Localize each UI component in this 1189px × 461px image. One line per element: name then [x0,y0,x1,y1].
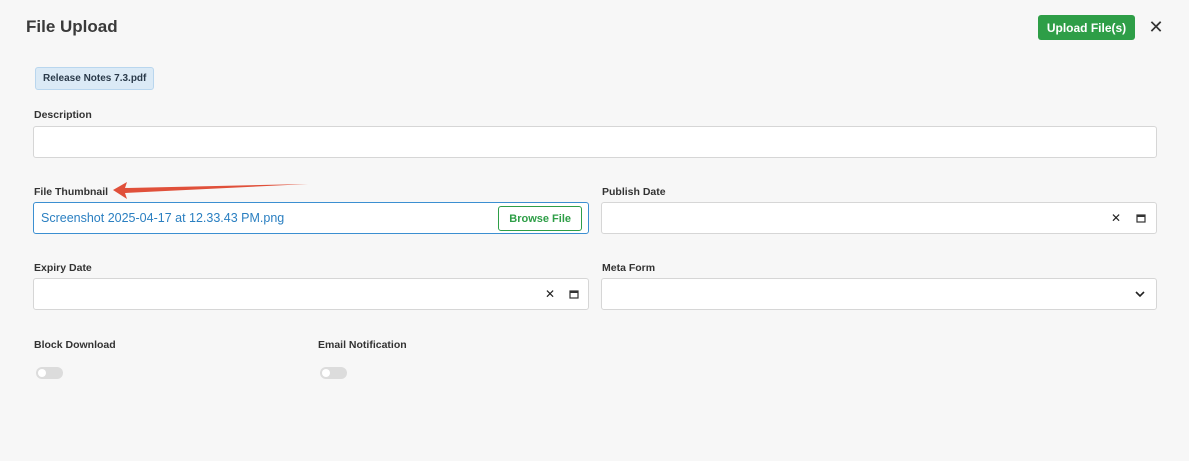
toggle-knob [322,369,330,377]
publish-date-label: Publish Date [602,186,666,198]
attached-file-chip: Release Notes 7.3.pdf [35,67,155,90]
meta-form-label: Meta Form [602,262,656,274]
page-title: File Upload [26,17,118,36]
publish-date-calendar-icon[interactable] [1136,213,1146,223]
file-thumbnail-label: File Thumbnail [34,186,109,198]
meta-form-select[interactable] [601,278,1157,310]
chevron-down-icon[interactable] [1135,290,1145,298]
file-thumbnail-value: Screenshot 2025-04-17 at 12.33.43 PM.png [41,211,285,225]
publish-date-clear-icon[interactable]: ✕ [1110,211,1122,225]
upload-files-button[interactable]: Upload File(s) [1038,15,1135,40]
email-notification-toggle[interactable] [320,367,347,379]
file-thumbnail-field[interactable]: Screenshot 2025-04-17 at 12.33.43 PM.png… [33,202,589,234]
description-label: Description [34,109,92,121]
block-download-label: Block Download [34,339,116,351]
block-download-toggle[interactable] [36,367,63,379]
publish-date-field[interactable]: ✕ [601,202,1157,234]
browse-file-button[interactable]: Browse File [498,206,582,231]
annotation-arrow-icon [113,182,308,199]
close-icon[interactable]: ✕ [1147,17,1165,37]
toggle-knob [38,369,46,377]
email-notification-label: Email Notification [318,339,407,351]
expiry-date-label: Expiry Date [34,262,92,274]
description-input[interactable] [33,126,1157,158]
expiry-date-field[interactable]: ✕ [33,278,589,310]
expiry-date-clear-icon[interactable]: ✕ [544,287,556,301]
expiry-date-calendar-icon[interactable] [569,289,579,299]
